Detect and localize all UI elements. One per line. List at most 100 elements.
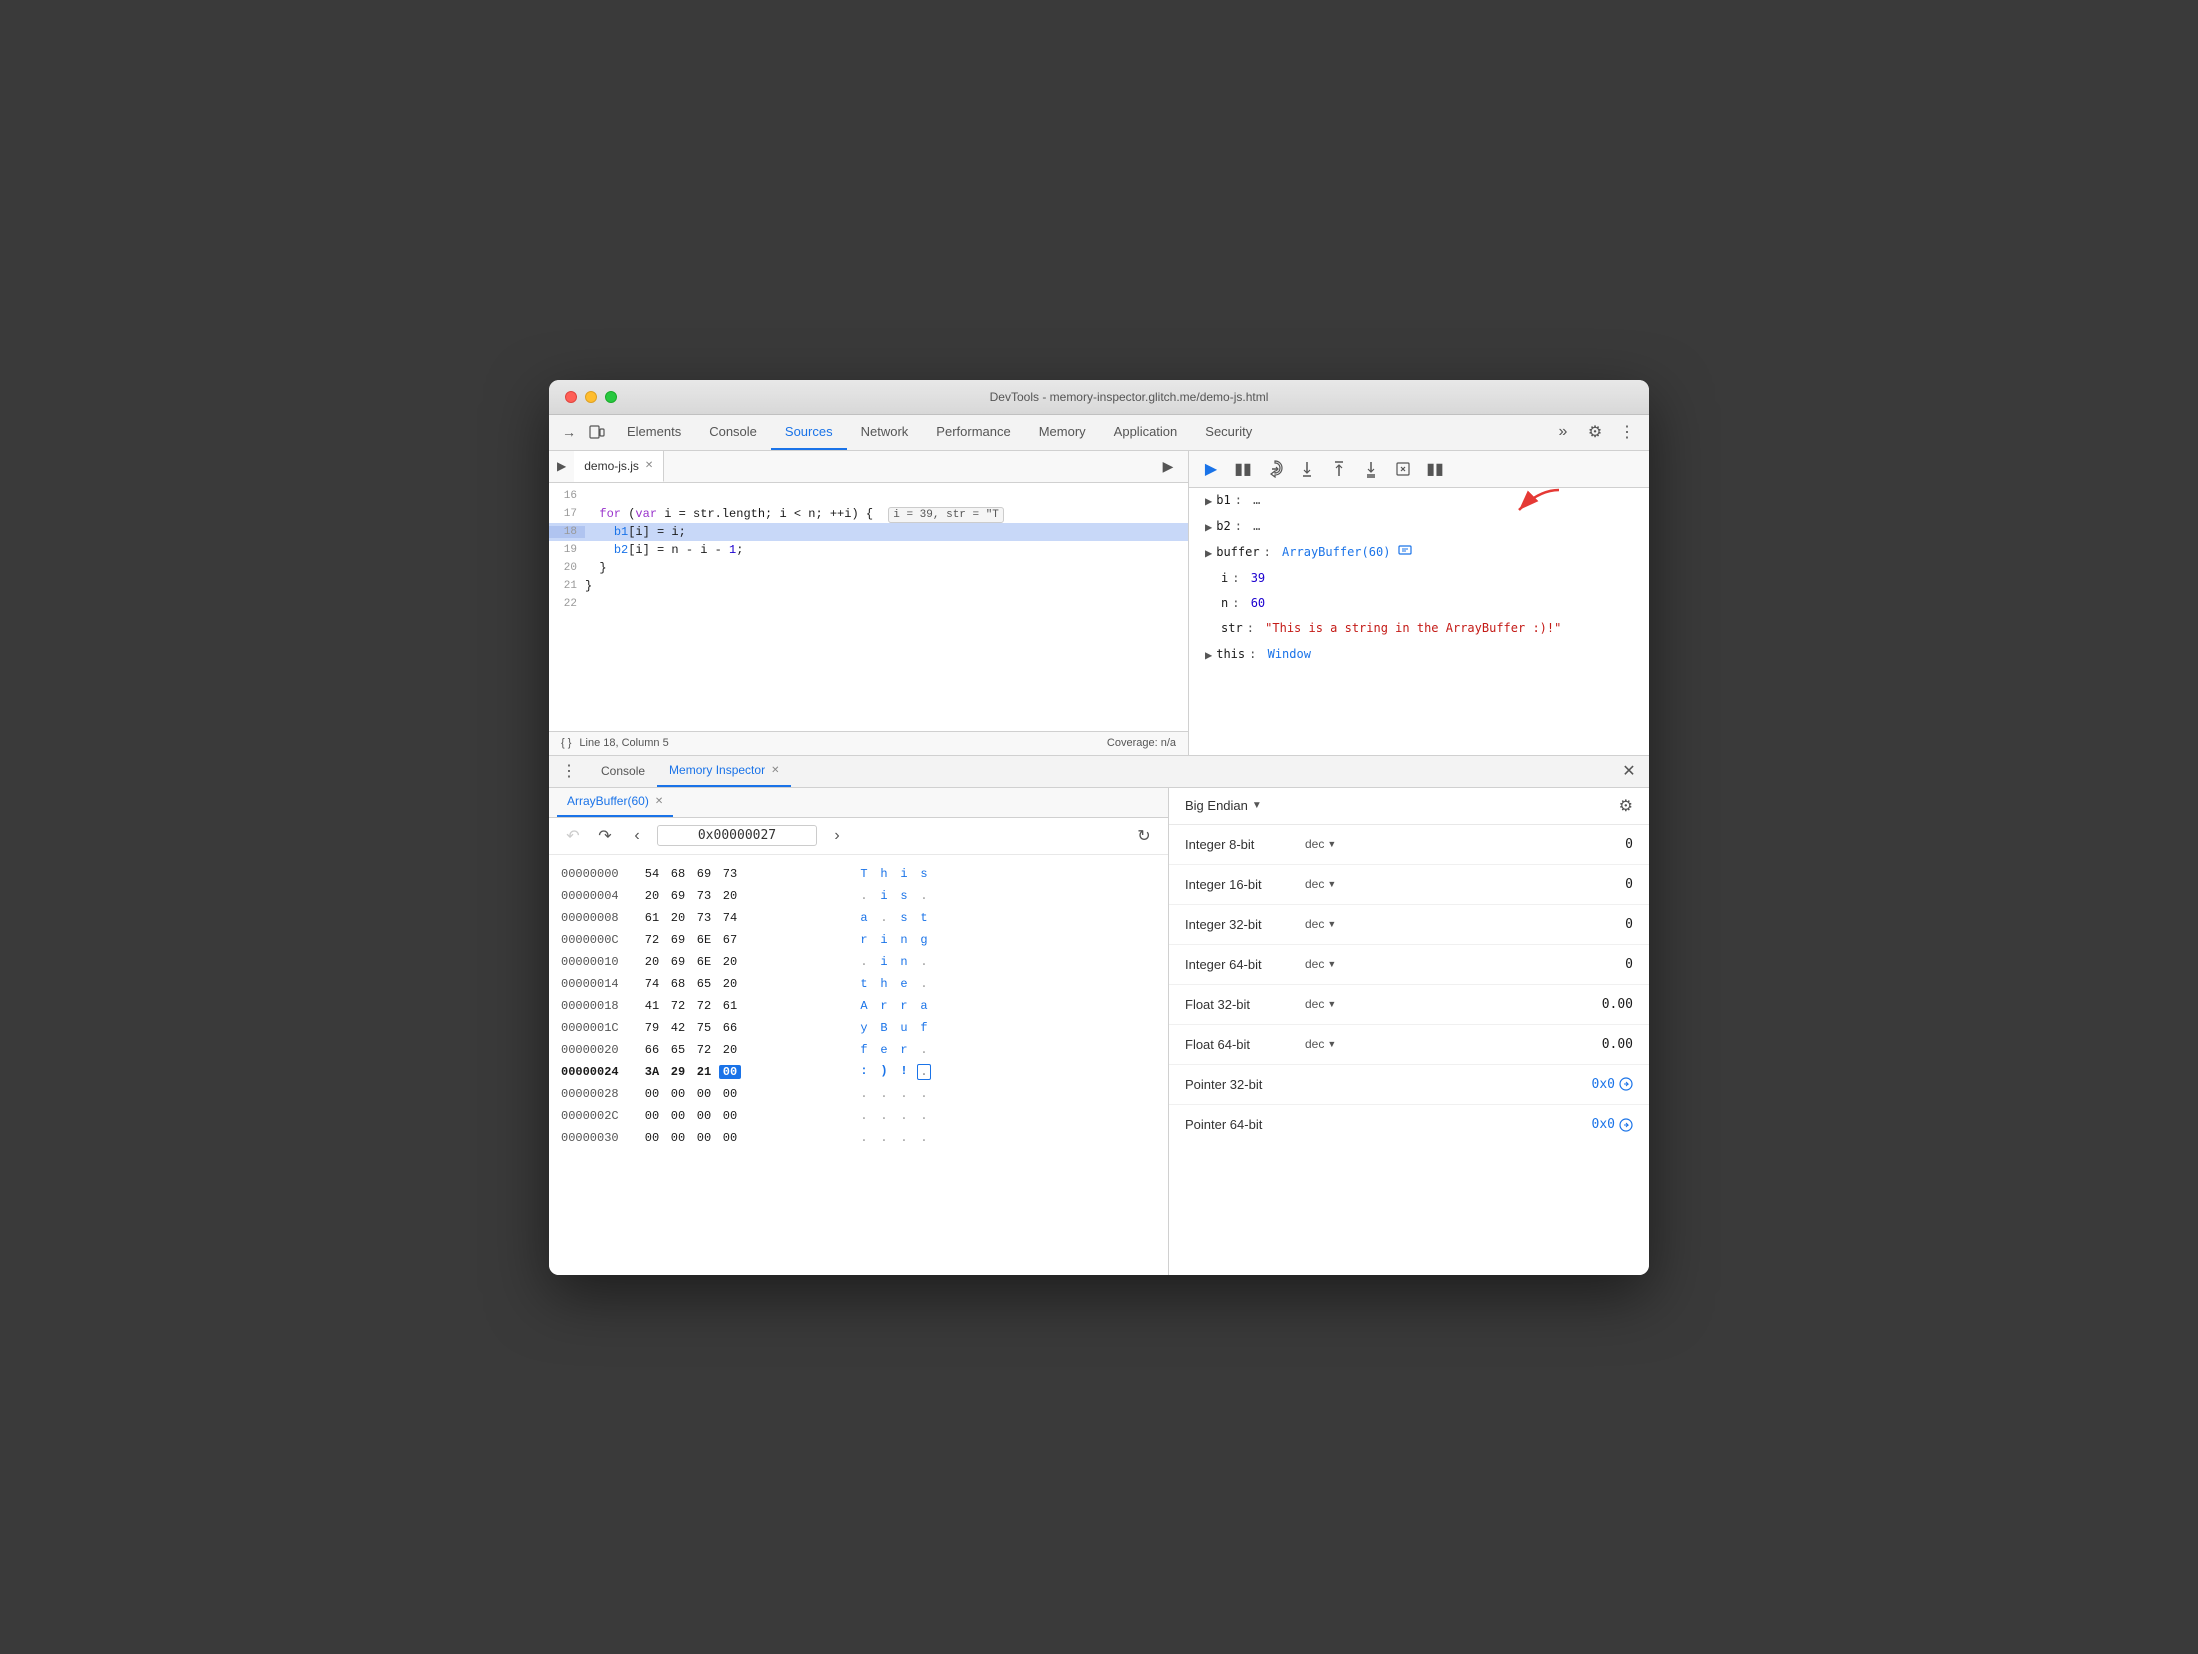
float64-format-selector[interactable]: dec ▼ bbox=[1305, 1037, 1365, 1051]
tab-network[interactable]: Network bbox=[847, 414, 923, 450]
tab-performance[interactable]: Performance bbox=[922, 414, 1024, 450]
left-panel: ▶ demo-js.js ✕ ▶ 16 bbox=[549, 451, 1189, 755]
code-line-16: 16 bbox=[549, 487, 1188, 505]
inspector-settings-icon[interactable]: ⚙ bbox=[1619, 796, 1633, 816]
file-tab-demo-js[interactable]: demo-js.js ✕ bbox=[574, 451, 664, 483]
scope-item-b2: ▶ b2 : … bbox=[1189, 514, 1649, 540]
format-button[interactable]: ▶ bbox=[1156, 454, 1180, 478]
inspector-row-float64: Float 64-bit dec ▼ 0.00 bbox=[1169, 1025, 1649, 1065]
expand-icon[interactable]: ▶ bbox=[1205, 646, 1212, 665]
ptr32-link[interactable]: 0x0 bbox=[1592, 1077, 1633, 1092]
memory-inspector-tab-close[interactable]: ✕ bbox=[771, 765, 779, 776]
bottom-tab-console[interactable]: Console bbox=[589, 755, 657, 787]
step-over-button[interactable] bbox=[1261, 455, 1289, 483]
window-title: DevTools - memory-inspector.glitch.me/de… bbox=[625, 390, 1633, 404]
scope-item-str: str : "This is a string in the ArrayBuff… bbox=[1189, 616, 1649, 641]
buffer-tab-label: ArrayBuffer(60) bbox=[567, 794, 649, 808]
hex-table: 00000000 54 68 69 73 T h bbox=[549, 855, 1168, 1275]
bottom-tab-bar: ⋮ Console Memory Inspector ✕ ✕ bbox=[549, 756, 1649, 788]
cursor-icon[interactable]: → bbox=[557, 420, 581, 444]
hex-row-4: 00000010 20 69 6E 20 . i bbox=[561, 951, 1156, 973]
buffer-tab[interactable]: ArrayBuffer(60) ✕ bbox=[557, 788, 673, 818]
int64-format-selector[interactable]: dec ▼ bbox=[1305, 957, 1365, 971]
device-icon[interactable] bbox=[585, 420, 609, 444]
nav-bar: ↶ ↷ ‹ › ↻ bbox=[549, 818, 1168, 855]
tab-console[interactable]: Console bbox=[695, 414, 771, 450]
minimize-button[interactable] bbox=[585, 391, 597, 403]
more-options-icon[interactable]: ⋮ bbox=[1613, 418, 1641, 446]
inspector-row-ptr64: Pointer 64-bit 0x0 bbox=[1169, 1105, 1649, 1145]
refresh-button[interactable]: ↻ bbox=[1132, 824, 1156, 848]
hex-row-8: 00000020 66 65 72 20 f e bbox=[561, 1039, 1156, 1061]
tab-application[interactable]: Application bbox=[1100, 414, 1192, 450]
expand-icon[interactable]: ▶ bbox=[1205, 518, 1212, 537]
hex-row-7: 0000001C 79 42 75 66 y B bbox=[561, 1017, 1156, 1039]
expand-icon[interactable]: ▶ bbox=[1205, 492, 1212, 511]
int16-format-selector[interactable]: dec ▼ bbox=[1305, 877, 1365, 891]
file-tab-bar: ▶ demo-js.js ✕ ▶ bbox=[549, 451, 1188, 483]
curly-braces-icon[interactable]: { } bbox=[561, 737, 571, 749]
int32-format-selector[interactable]: dec ▼ bbox=[1305, 917, 1365, 931]
step-button[interactable] bbox=[1357, 455, 1385, 483]
endian-chevron-icon: ▼ bbox=[1252, 800, 1262, 811]
tab-security[interactable]: Security bbox=[1191, 414, 1266, 450]
devtools-panel: → Elements Console Sources Network Perfo… bbox=[549, 415, 1649, 1275]
nav-forward-button[interactable]: ↷ bbox=[593, 824, 617, 848]
scope-item-b1: ▶ b1 : … bbox=[1189, 488, 1649, 514]
right-panel: ▶ ▮▮ bbox=[1189, 451, 1649, 755]
hex-row-5: 00000014 74 68 65 20 t h bbox=[561, 973, 1156, 995]
blackbox-button[interactable] bbox=[1389, 455, 1417, 483]
address-input[interactable] bbox=[657, 825, 817, 846]
bottom-tab-memory-inspector[interactable]: Memory Inspector ✕ bbox=[657, 755, 791, 787]
float32-format-selector[interactable]: dec ▼ bbox=[1305, 997, 1365, 1011]
hex-row-3: 0000000C 72 69 6E 67 r i bbox=[561, 929, 1156, 951]
step-into-button[interactable] bbox=[1293, 455, 1321, 483]
file-tab-close-icon[interactable]: ✕ bbox=[645, 460, 653, 471]
ptr64-link[interactable]: 0x0 bbox=[1592, 1117, 1633, 1132]
tab-sources[interactable]: Sources bbox=[771, 414, 847, 450]
hex-row-9-current: 00000024 3A 29 21 00 : ) bbox=[561, 1061, 1156, 1083]
code-line-20: 20 } bbox=[549, 559, 1188, 577]
endian-selector[interactable]: Big Endian ▼ bbox=[1185, 798, 1262, 813]
code-line-18: 18 b1[i] = i; bbox=[549, 523, 1188, 541]
inspector-row-int8: Integer 8-bit dec ▼ 0 bbox=[1169, 825, 1649, 865]
step-out-button[interactable] bbox=[1325, 455, 1353, 483]
hex-row-10: 00000028 00 00 00 00 . . bbox=[561, 1083, 1156, 1105]
bottom-tab-menu-icon[interactable]: ⋮ bbox=[557, 759, 581, 783]
nav-back-button[interactable]: ↶ bbox=[561, 824, 585, 848]
bottom-panel-close-button[interactable]: ✕ bbox=[1617, 759, 1641, 783]
scope-item-this: ▶ this : Window bbox=[1189, 642, 1649, 668]
nav-next-button[interactable]: › bbox=[825, 824, 849, 848]
code-editor[interactable]: 16 17 for (var i = str.length; i < n; ++… bbox=[549, 483, 1188, 731]
file-tab-label: demo-js.js bbox=[584, 459, 639, 473]
endian-label: Big Endian bbox=[1185, 798, 1248, 813]
pause-button[interactable]: ▮▮ bbox=[1229, 455, 1257, 483]
bottom-panel: ⋮ Console Memory Inspector ✕ ✕ bbox=[549, 755, 1649, 1275]
scope-item-buffer: ▶ buffer : ArrayBuffer(60) bbox=[1189, 540, 1649, 566]
resume-button[interactable]: ▶ bbox=[1197, 455, 1225, 483]
close-button[interactable] bbox=[565, 391, 577, 403]
hex-row-2: 00000008 61 20 73 74 a . bbox=[561, 907, 1156, 929]
nav-prev-button[interactable]: ‹ bbox=[625, 824, 649, 848]
sidebar-toggle-icon[interactable]: ▶ bbox=[557, 459, 566, 473]
status-bar: { } Line 18, Column 5 Coverage: n/a bbox=[549, 731, 1188, 755]
code-line-21: 21 } bbox=[549, 577, 1188, 595]
content-area: ▶ demo-js.js ✕ ▶ 16 bbox=[549, 451, 1649, 755]
line-column-info: Line 18, Column 5 bbox=[579, 737, 668, 749]
maximize-button[interactable] bbox=[605, 391, 617, 403]
int8-format-selector[interactable]: dec ▼ bbox=[1305, 837, 1365, 851]
buffer-tab-close-icon[interactable]: ✕ bbox=[655, 796, 663, 807]
devtools-window: DevTools - memory-inspector.glitch.me/de… bbox=[549, 380, 1649, 1275]
hex-row-6: 00000018 41 72 72 61 A r bbox=[561, 995, 1156, 1017]
memory-inspector-content: ArrayBuffer(60) ✕ ↶ ↷ ‹ › ↻ bbox=[549, 788, 1649, 1275]
expand-icon[interactable]: ▶ bbox=[1205, 544, 1212, 563]
hex-row-0: 00000000 54 68 69 73 T h bbox=[561, 863, 1156, 885]
more-tabs-button[interactable]: » bbox=[1549, 418, 1577, 446]
tab-memory[interactable]: Memory bbox=[1025, 414, 1100, 450]
pause-on-exception-button[interactable]: ▮▮ bbox=[1421, 455, 1449, 483]
inspector-row-ptr32: Pointer 32-bit 0x0 bbox=[1169, 1065, 1649, 1105]
settings-icon[interactable]: ⚙ bbox=[1581, 418, 1609, 446]
scope-item-n: n : 60 bbox=[1189, 591, 1649, 616]
tab-elements[interactable]: Elements bbox=[613, 414, 695, 450]
memory-inspect-icon[interactable] bbox=[1398, 543, 1412, 563]
